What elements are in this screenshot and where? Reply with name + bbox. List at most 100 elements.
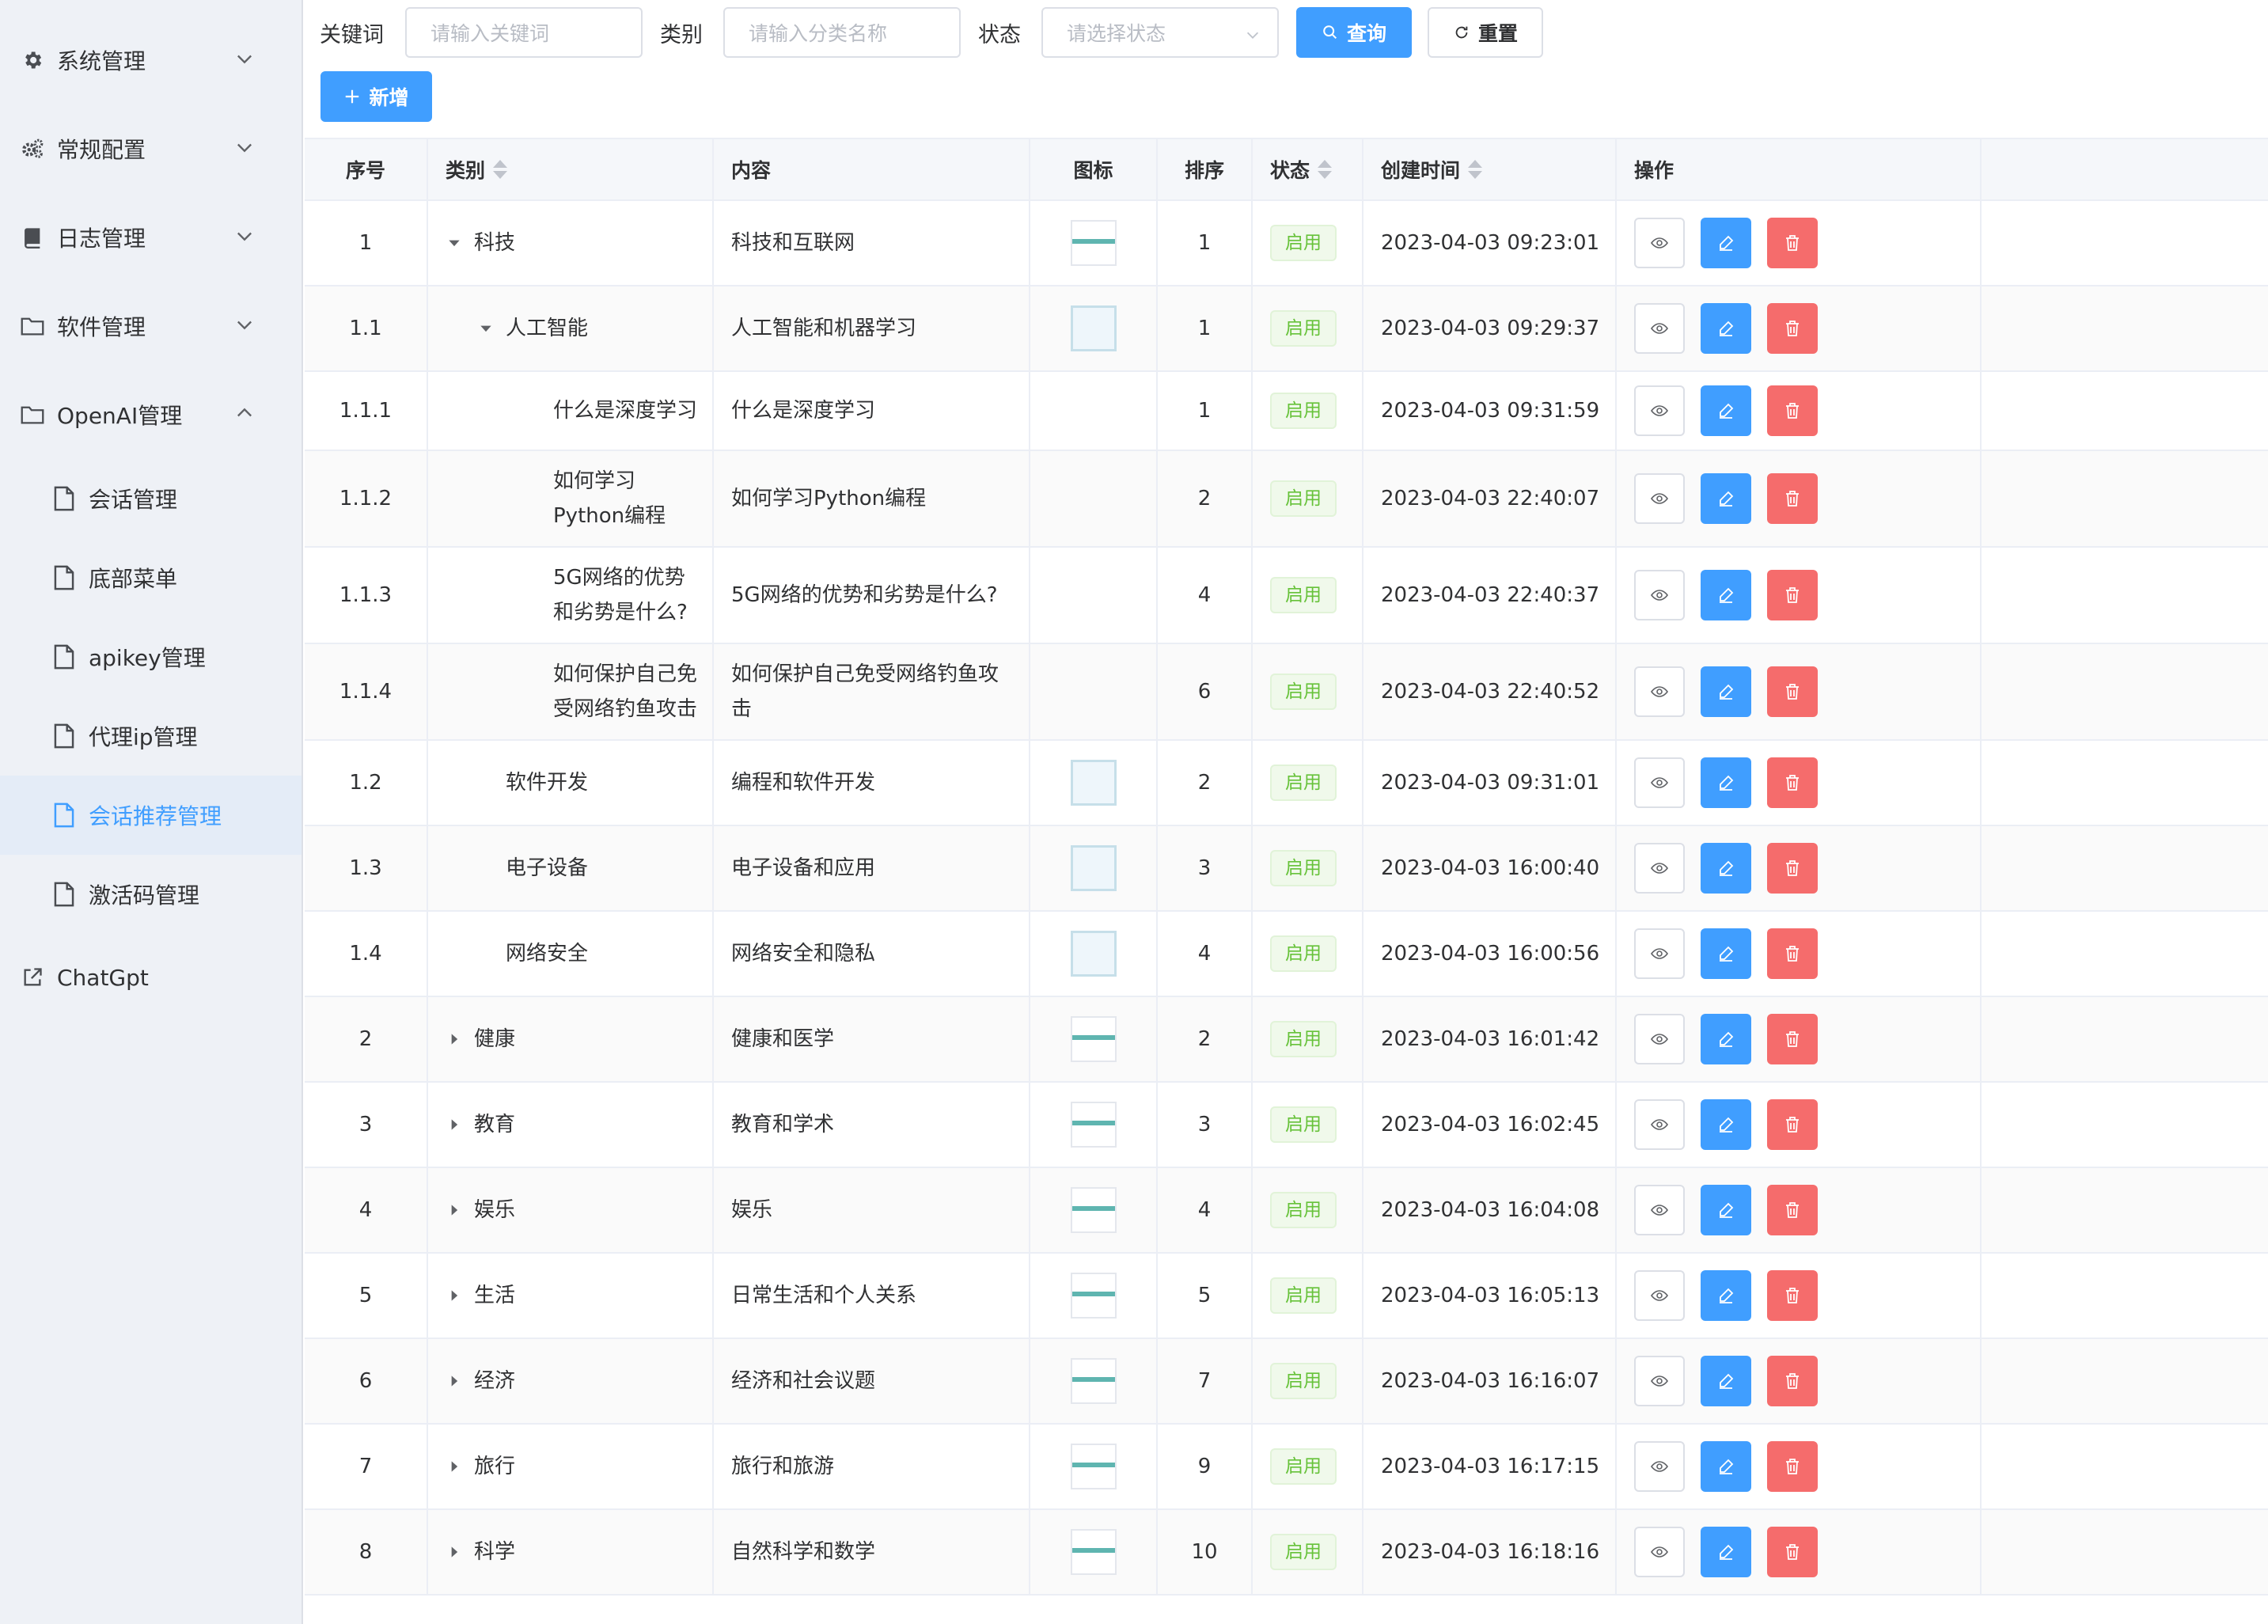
cell-content: 网络安全和隐私 xyxy=(714,912,1030,996)
edit-button[interactable] xyxy=(1701,843,1751,894)
view-button[interactable] xyxy=(1634,385,1685,436)
menu-software[interactable]: 软件管理 xyxy=(0,282,302,370)
delete-button[interactable] xyxy=(1767,385,1818,436)
edit-icon xyxy=(1720,946,1734,962)
menu-chatgpt-link[interactable]: ChatGpt xyxy=(0,934,302,1021)
menu-system[interactable]: 系统管理 xyxy=(0,16,302,104)
edit-button[interactable] xyxy=(1701,757,1751,808)
delete-button[interactable] xyxy=(1767,666,1818,717)
cell-icon xyxy=(1030,1510,1158,1594)
cell-sort: 10 xyxy=(1158,1510,1253,1594)
delete-button[interactable] xyxy=(1767,757,1818,808)
delete-button[interactable] xyxy=(1767,843,1818,894)
status-placeholder: 请选择状态 xyxy=(1067,22,1166,45)
sort-icon[interactable] xyxy=(493,160,508,179)
caret-right-icon[interactable] xyxy=(444,1285,465,1306)
edit-button[interactable] xyxy=(1701,1527,1751,1577)
delete-button[interactable] xyxy=(1767,1441,1818,1492)
col-header-spacer xyxy=(1982,139,2268,199)
cell-created: 2023-04-03 16:05:13 xyxy=(1363,1254,1617,1338)
add-button[interactable]: 新增 xyxy=(320,71,432,122)
edit-button[interactable] xyxy=(1701,1356,1751,1406)
delete-button[interactable] xyxy=(1767,473,1818,524)
view-button[interactable] xyxy=(1634,1014,1685,1064)
view-button[interactable] xyxy=(1634,666,1685,717)
view-button[interactable] xyxy=(1634,928,1685,979)
reset-button[interactable]: 重置 xyxy=(1428,7,1543,58)
submenu-proxy-ip[interactable]: 代理ip管理 xyxy=(0,696,302,776)
view-button[interactable] xyxy=(1634,757,1685,808)
view-button[interactable] xyxy=(1634,1270,1685,1321)
delete-button[interactable] xyxy=(1767,1185,1818,1235)
submenu-session[interactable]: 会话管理 xyxy=(0,459,302,538)
cell-seq: 6 xyxy=(305,1339,428,1423)
search-button[interactable]: 查询 xyxy=(1296,7,1412,58)
menu-openai[interactable]: OpenAI管理 xyxy=(0,370,302,459)
cell-content: 编程和软件开发 xyxy=(714,741,1030,825)
edit-button[interactable] xyxy=(1701,666,1751,717)
delete-button[interactable] xyxy=(1767,928,1818,979)
sort-icon[interactable] xyxy=(1468,160,1483,179)
edit-button[interactable] xyxy=(1701,473,1751,524)
delete-button[interactable] xyxy=(1767,303,1818,354)
edit-icon xyxy=(1720,321,1734,336)
caret-down-icon[interactable] xyxy=(476,318,496,339)
view-button[interactable] xyxy=(1634,1356,1685,1406)
submenu-activation-code[interactable]: 激活码管理 xyxy=(0,855,302,934)
view-button[interactable] xyxy=(1634,1441,1685,1492)
delete-button[interactable] xyxy=(1767,570,1818,620)
edit-button[interactable] xyxy=(1701,1185,1751,1235)
edit-button[interactable] xyxy=(1701,570,1751,620)
cell-icon xyxy=(1030,1083,1158,1167)
view-button[interactable] xyxy=(1634,473,1685,524)
submenu-session-recommend[interactable]: 会话推荐管理 xyxy=(0,776,302,855)
caret-right-icon[interactable] xyxy=(444,1200,465,1220)
edit-button[interactable] xyxy=(1701,1441,1751,1492)
edit-button[interactable] xyxy=(1701,303,1751,354)
caret-right-icon[interactable] xyxy=(444,1371,465,1391)
edit-button[interactable] xyxy=(1701,385,1751,436)
cell-seq: 1.1.1 xyxy=(305,372,428,450)
delete-button[interactable] xyxy=(1767,1099,1818,1150)
submenu-bottom-menu[interactable]: 底部菜单 xyxy=(0,538,302,617)
cell-sort: 5 xyxy=(1158,1254,1253,1338)
view-button[interactable] xyxy=(1634,570,1685,620)
keyword-input[interactable]: 请输入关键词 xyxy=(405,7,643,58)
submenu-apikey[interactable]: apikey管理 xyxy=(0,617,302,696)
col-header-created[interactable]: 创建时间 xyxy=(1363,139,1617,199)
cell-content: 旅行和旅游 xyxy=(714,1425,1030,1508)
menu-logs[interactable]: 日志管理 xyxy=(0,193,302,282)
status-select[interactable]: 请选择状态 xyxy=(1041,7,1279,58)
caret-down-icon[interactable] xyxy=(444,233,465,253)
view-button[interactable] xyxy=(1634,1527,1685,1577)
caret-right-icon[interactable] xyxy=(444,1456,465,1477)
caret-right-icon[interactable] xyxy=(444,1114,465,1135)
cell-sort: 4 xyxy=(1158,548,1253,643)
view-button[interactable] xyxy=(1634,843,1685,894)
delete-button[interactable] xyxy=(1767,218,1818,268)
col-header-category[interactable]: 类别 xyxy=(428,139,714,199)
eye-icon xyxy=(1651,323,1668,334)
edit-button[interactable] xyxy=(1701,928,1751,979)
view-button[interactable] xyxy=(1634,1099,1685,1150)
cell-created: 2023-04-03 22:40:37 xyxy=(1363,548,1617,643)
edit-button[interactable] xyxy=(1701,1099,1751,1150)
col-header-status[interactable]: 状态 xyxy=(1253,139,1363,199)
delete-button[interactable] xyxy=(1767,1527,1818,1577)
caret-right-icon[interactable] xyxy=(444,1029,465,1049)
delete-button[interactable] xyxy=(1767,1356,1818,1406)
edit-button[interactable] xyxy=(1701,1270,1751,1321)
view-button[interactable] xyxy=(1634,218,1685,268)
eye-icon xyxy=(1651,863,1668,874)
view-button[interactable] xyxy=(1634,1185,1685,1235)
edit-button[interactable] xyxy=(1701,218,1751,268)
edit-button[interactable] xyxy=(1701,1014,1751,1064)
view-button[interactable] xyxy=(1634,303,1685,354)
caret-right-icon[interactable] xyxy=(444,1542,465,1562)
delete-button[interactable] xyxy=(1767,1014,1818,1064)
delete-button[interactable] xyxy=(1767,1270,1818,1321)
category-input[interactable]: 请输入分类名称 xyxy=(723,7,961,58)
sort-icon[interactable] xyxy=(1318,160,1333,179)
cell-spacer xyxy=(1982,451,2268,546)
menu-general-config[interactable]: 常规配置 xyxy=(0,104,302,193)
